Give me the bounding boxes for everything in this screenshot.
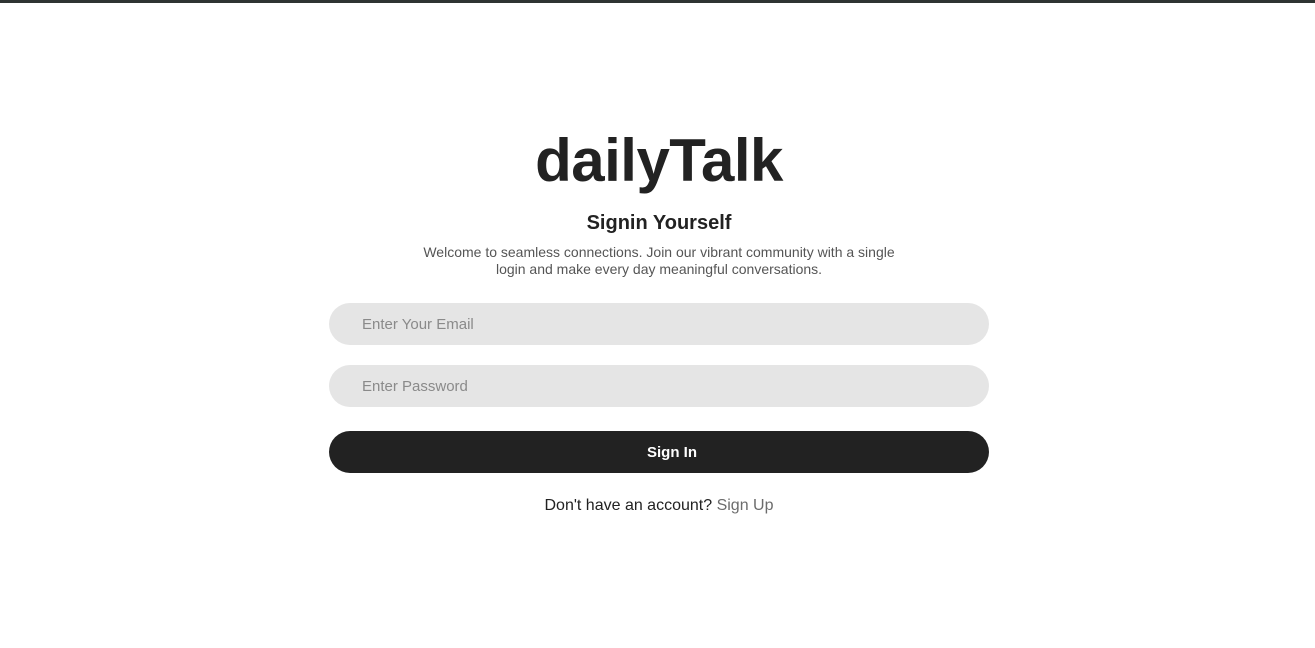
signup-prompt: Don't have an account?	[544, 497, 713, 514]
signup-row: Don't have an account? Sign Up	[545, 496, 774, 516]
form-heading: Signin Yourself	[586, 212, 732, 234]
form-description: Welcome to seamless connections. Join ou…	[423, 244, 895, 277]
brand-title: dailyTalk	[535, 127, 783, 194]
sign-up-link[interactable]: Sign Up	[717, 497, 774, 514]
sign-in-button[interactable]: Sign In	[329, 431, 989, 473]
login-container: dailyTalk Signin Yourself Welcome to sea…	[329, 0, 989, 516]
password-input[interactable]	[329, 365, 989, 407]
login-page: dailyTalk Signin Yourself Welcome to sea…	[0, 0, 1315, 648]
email-input[interactable]	[329, 303, 989, 345]
